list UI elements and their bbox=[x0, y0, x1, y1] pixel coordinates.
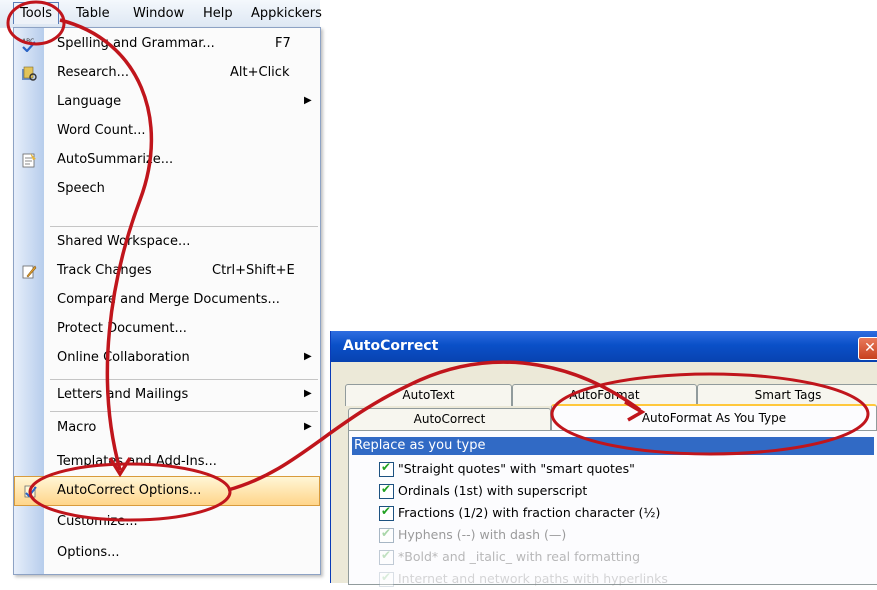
menu-item-speech[interactable]: Speech bbox=[14, 174, 320, 204]
check-icon: ✔ bbox=[381, 548, 392, 562]
menu-item-language[interactable]: Language ▶ bbox=[14, 87, 320, 117]
close-icon: ✕ bbox=[864, 340, 876, 356]
menu-window[interactable]: Window bbox=[133, 6, 184, 21]
check-icon: ✔ bbox=[381, 504, 392, 518]
menu-item-letters-mailings[interactable]: Letters and Mailings ▶ bbox=[14, 380, 320, 410]
check-icon: ✔ bbox=[381, 570, 392, 584]
menu-item-research[interactable]: Research... Alt+Click bbox=[14, 58, 320, 88]
check-icon: ✔ bbox=[381, 526, 392, 540]
dialog-title: AutoCorrect bbox=[343, 338, 439, 354]
menu-table[interactable]: Table bbox=[76, 6, 110, 21]
group-label-replace-as-you-type: Replace as you type bbox=[352, 437, 874, 455]
tab-panel: Replace as you type ✔ "Straight quotes" … bbox=[348, 430, 877, 587]
checkbox[interactable]: ✔ bbox=[379, 504, 394, 521]
checkbox[interactable]: ✔ bbox=[379, 548, 394, 565]
menu-help[interactable]: Help bbox=[203, 6, 233, 21]
menu-item-options[interactable]: Options... bbox=[14, 538, 320, 568]
menu-item-online-collaboration[interactable]: Online Collaboration ▶ bbox=[14, 343, 320, 373]
menu-item-spelling-grammar[interactable]: ABC Spelling and Grammar... F7 bbox=[14, 29, 320, 59]
menu-tools[interactable]: Tools bbox=[13, 2, 60, 24]
menu-item-templates-addins[interactable]: Templates and Add-Ins... bbox=[14, 447, 320, 477]
tools-menu: ABC Spelling and Grammar... F7 Research.… bbox=[13, 27, 321, 575]
checkbox[interactable]: ✔ bbox=[379, 482, 394, 499]
checkbox[interactable]: ✔ bbox=[379, 526, 394, 543]
checkbox[interactable]: ✔ bbox=[379, 570, 394, 587]
menu-item-autocorrect-options[interactable]: AutoCorrect Options... bbox=[14, 476, 320, 506]
tab-autoformat-as-you-type[interactable]: AutoFormat As You Type bbox=[551, 404, 877, 430]
close-button[interactable]: ✕ bbox=[858, 337, 877, 360]
research-icon bbox=[21, 65, 37, 81]
tab-autotext[interactable]: AutoText bbox=[345, 384, 512, 406]
menu-item-word-count[interactable]: Word Count... bbox=[14, 116, 320, 146]
autocorrect-icon bbox=[22, 484, 38, 500]
checkbox[interactable]: ✔ bbox=[379, 460, 394, 477]
submenu-arrow-icon: ▶ bbox=[304, 95, 312, 106]
menu-item-protect-document[interactable]: Protect Document... bbox=[14, 314, 320, 344]
submenu-arrow-icon: ▶ bbox=[304, 388, 312, 399]
check-icon: ✔ bbox=[381, 460, 392, 474]
submenu-arrow-icon: ▶ bbox=[304, 351, 312, 362]
menu-appkickers[interactable]: Appkickers bbox=[251, 6, 322, 21]
menu-bar: Tools Table Window Help Appkickers bbox=[0, 0, 322, 28]
tab-autocorrect[interactable]: AutoCorrect bbox=[348, 408, 551, 430]
menu-item-macro[interactable]: Macro ▶ bbox=[14, 413, 320, 443]
menu-separator bbox=[50, 411, 318, 412]
tab-smart-tags[interactable]: Smart Tags bbox=[697, 384, 877, 406]
check-icon: ✔ bbox=[381, 482, 392, 496]
spelling-icon: ABC bbox=[21, 36, 37, 53]
submenu-arrow-icon: ▶ bbox=[304, 421, 312, 432]
menu-item-compare-merge[interactable]: Compare and Merge Documents... bbox=[14, 285, 320, 315]
autosummarize-icon bbox=[21, 152, 37, 168]
autocorrect-dialog: AutoCorrect ✕ AutoText AutoFormat Smart … bbox=[330, 331, 877, 587]
menu-item-autosummarize[interactable]: AutoSummarize... bbox=[14, 145, 320, 175]
dialog-titlebar: AutoCorrect ✕ bbox=[331, 331, 877, 362]
menu-item-customize[interactable]: Customize... bbox=[14, 507, 320, 537]
tab-autoformat[interactable]: AutoFormat bbox=[512, 384, 697, 406]
menu-item-shared-workspace[interactable]: Shared Workspace... bbox=[14, 227, 320, 257]
track-changes-icon bbox=[21, 263, 37, 279]
menu-item-track-changes[interactable]: Track Changes Ctrl+Shift+E bbox=[14, 256, 320, 286]
